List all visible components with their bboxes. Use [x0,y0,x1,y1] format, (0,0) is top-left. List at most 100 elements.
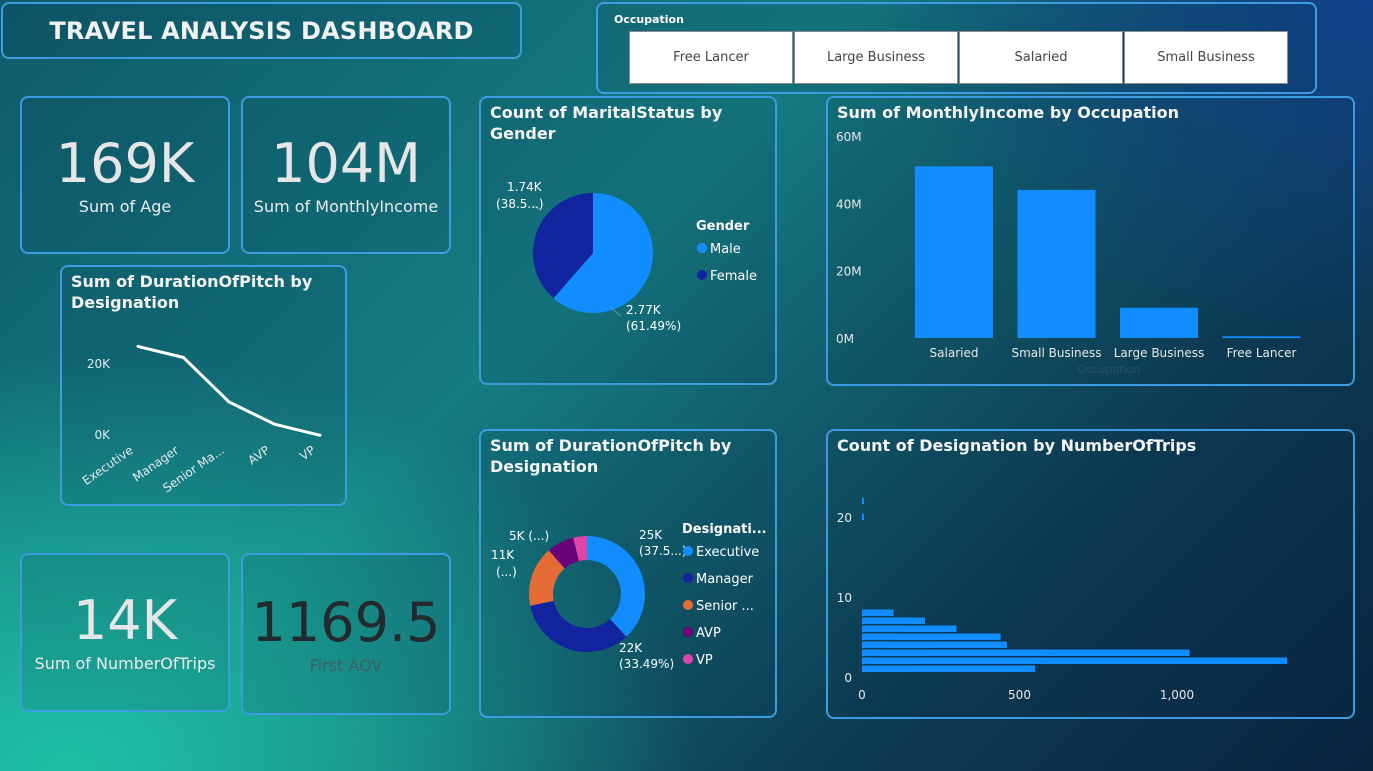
donut-data-label: 11K [491,548,515,562]
y-tick-label: 0K [94,428,111,442]
kpi-aov-label: First AOV [309,655,383,675]
hbar-bar [862,617,925,624]
occupation-slicer: Occupation Free Lancer Large Business Sa… [596,2,1317,94]
donut-legend-label: AVP [696,626,721,641]
slicer-option-free-lancer[interactable]: Free Lancer [629,31,793,84]
donut-chart-panel: Sum of DurationOfPitch by Designation 25… [479,429,777,718]
x-tick-label: Salaried [930,346,979,360]
x-tick-label: 0 [858,688,866,702]
pie-chart[interactable]: 2.77K (61.49%) 1.74K (38.5...) Gender Male Fem… [481,98,775,383]
hbar-bar [862,641,1007,648]
y-tick-label: 20M [836,265,862,279]
donut-legend-marker [683,627,693,637]
hbar-chart[interactable]: 20 10 00 500 1,000 [828,431,1353,717]
donut-data-label: (...) [496,565,517,579]
pie-legend-title: Gender [696,219,750,234]
slicer-option-salaried[interactable]: Salaried [959,31,1123,84]
x-tick-label: Executive [80,443,136,488]
kpi-trips-value: 14K [72,589,178,652]
x-tick-label: Large Business [1114,346,1205,360]
donut-legend-title: Designati... [682,522,767,537]
dashboard-title: TRAVEL ANALYSIS DASHBOARD [49,16,474,45]
donut-legend-marker [683,600,693,610]
slicer-option-large-business[interactable]: Large Business [794,31,958,84]
donut-data-label: (33.49%) [619,657,674,671]
donut-chart[interactable]: 25K (37.5...) 22K (33.49%) 11K (...) 5K (...) D… [481,431,775,716]
column-chart-panel: Sum of MonthlyIncome by Occupation 60M 40… [826,96,1355,386]
donut-data-label: 5K (...) [509,529,549,543]
hbar-bar [862,633,1001,640]
kpi-income-value: 104M [271,131,421,195]
line-point [273,422,276,426]
slicer-option-small-business[interactable]: Small Business [1124,31,1288,84]
x-tick-label: 500 [1008,688,1031,702]
donut-legend-label: Manager [696,572,754,587]
pie-legend-marker [697,270,707,280]
y-tick-label: 0M [836,332,854,346]
donut-data-label: (37.5...) [639,544,687,558]
x-tick-label: VP [297,443,318,463]
line-point [136,344,140,348]
kpi-aov-value: 1169.5 [251,590,441,654]
kpi-age-value: 169K [55,131,195,195]
y-tick-label: 20 [837,511,852,525]
pie-data-label: 1.74K [507,180,543,194]
donut-legend-label: Senior ... [696,599,754,614]
kpi-age-label: Sum of Age [78,196,172,216]
y-tick-label: 40M [836,197,862,211]
donut-legend-label: VP [696,653,713,668]
kpi-income-label: Sum of MonthlyIncome [253,196,439,216]
y-tick-label: 60M [836,130,862,144]
line-series [137,344,321,437]
kpi-card-trips: 14K Sum of NumberOfTrips [20,553,230,712]
y-tick-label: 10 [837,591,852,605]
y-tick-label: 20K [87,357,111,371]
column-bar [1017,189,1096,338]
y-tick-label: 0 [844,671,852,685]
x-tick-label: Free Lancer [1227,346,1297,360]
donut-slice [530,600,627,652]
kpi-card-age: 169K Sum of Age [20,96,230,254]
kpi-card-income: 104M Sum of MonthlyIncome [241,96,451,254]
pie-chart-panel: Count of MaritalStatus by Gender 2.77K (6… [479,96,777,385]
hbar-bar [862,649,1190,656]
line-point [227,400,231,404]
pie-data-label: 2.77K [626,303,662,317]
hbar-bar [862,497,864,504]
pie-data-label: (61.49%) [626,319,681,333]
donut-legend-marker [683,654,693,664]
donut-data-label: 25K [639,528,663,542]
pie-data-label: (38.5...) [496,197,544,211]
hbar-bar [862,625,957,632]
column-bar [915,166,993,338]
pie-legend-label: Male [710,242,741,257]
column-chart[interactable]: 60M 40M 20M 0M Salaried Small Business Large B… [828,98,1353,384]
dashboard-title-panel: TRAVEL ANALYSIS DASHBOARD [1,2,522,59]
donut-data-label: 22K [619,641,643,655]
pie-leader-line [610,307,622,317]
column-bar [1120,307,1198,338]
hbar-bar [862,665,1036,672]
line-point [318,433,322,437]
line-point [182,356,185,360]
x-tick-label: Small Business [1011,346,1101,360]
line-chart[interactable]: 20K0KExecutiveManagerSenior Ma... AVP VP [62,267,345,504]
line-chart-panel: Sum of DurationOfPitch by Designation 20… [60,265,347,506]
donut-legend-marker [683,573,693,583]
pie-legend-marker [697,243,707,253]
x-axis-title: Occupation [1078,363,1141,376]
donut-legend-label: Executive [696,545,759,560]
hbar-chart-panel: Count of Designation by NumberOfTrips 20… [826,429,1355,719]
donut-legend-marker [683,546,693,556]
occupation-slicer-label: Occupation [614,13,684,26]
hbar-bar [862,609,894,616]
kpi-trips-label: Sum of NumberOfTrips [34,654,216,673]
hbar-bar [862,657,1288,664]
kpi-card-aov: 1169.5 First AOV [241,553,451,715]
x-tick-label: AVP [245,443,272,468]
hbar-bar [862,513,864,520]
column-bar [1222,336,1301,338]
x-tick-label: 1,000 [1160,688,1194,702]
pie-legend-label: Female [710,269,757,284]
donut-slice [587,536,645,637]
